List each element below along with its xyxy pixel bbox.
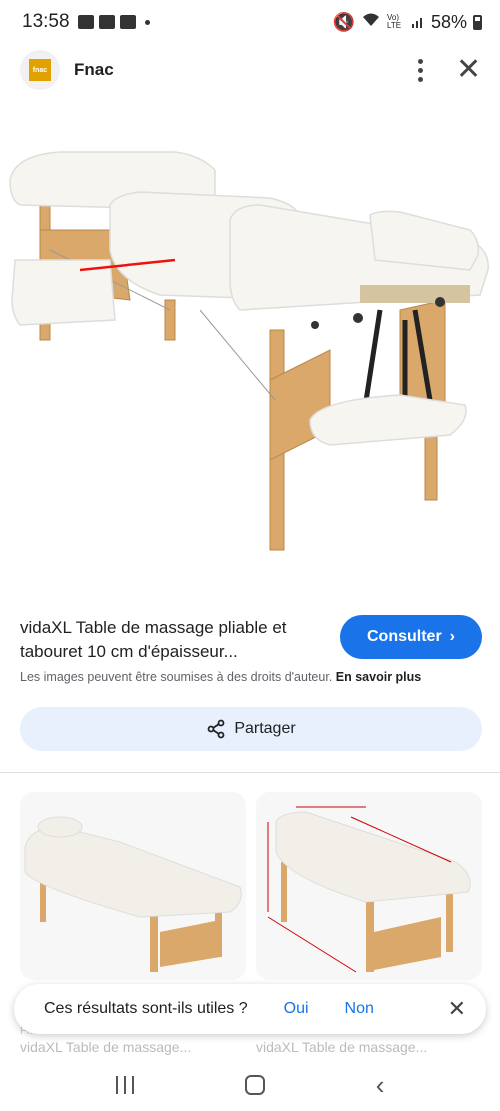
back-icon[interactable]: ‹ <box>376 1072 385 1098</box>
more-notifications-icon <box>144 19 150 25</box>
notification-icons <box>77 15 150 29</box>
fnac-logo: fnac <box>29 59 51 81</box>
feedback-yes-button[interactable]: Oui <box>284 1000 309 1018</box>
wifi-icon <box>361 12 381 33</box>
signal-icon <box>411 12 425 33</box>
learn-more-link[interactable]: En savoir plus <box>336 670 421 684</box>
consult-label: Consulter <box>367 628 442 645</box>
copyright-text: Les images peuvent être soumises à des d… <box>20 670 333 684</box>
share-button[interactable]: Partager <box>20 707 482 751</box>
feedback-no-button[interactable]: Non <box>345 1000 374 1018</box>
close-feedback-icon[interactable]: ✕ <box>448 996 466 1022</box>
gallery-icon <box>77 15 94 29</box>
site-favicon[interactable]: fnac <box>20 50 60 90</box>
share-icon <box>207 719 225 739</box>
feedback-prompt: Ces résultats sont-ils utiles ? Oui Non … <box>14 984 486 1034</box>
home-icon[interactable] <box>244 1074 265 1095</box>
share-label: Partager <box>234 720 296 737</box>
battery-percent: 58% <box>430 11 467 32</box>
section-divider <box>0 772 500 773</box>
related-title-1: vidaXL Table de massage... <box>20 1039 192 1055</box>
network-label: Vo) LTE <box>386 13 402 30</box>
mute-icon: 🔇 <box>332 11 355 32</box>
system-nav-bar: ‹ <box>0 1058 500 1111</box>
site-name[interactable]: Fnac <box>74 60 114 80</box>
more-options-icon[interactable] <box>410 58 430 82</box>
copyright-notice: Les images peuvent être soumises à des d… <box>20 670 490 684</box>
related-image-1[interactable] <box>20 792 246 980</box>
close-icon[interactable]: ✕ <box>456 55 481 85</box>
main-product-image[interactable] <box>0 110 500 580</box>
related-image-1-thumbnail <box>20 792 246 980</box>
header-actions: ✕ <box>410 55 481 85</box>
consult-button[interactable]: Consulter › <box>340 615 482 659</box>
chevron-right-icon: › <box>449 628 455 645</box>
related-title-2: vidaXL Table de massage... <box>256 1039 428 1055</box>
battery-icon <box>473 14 482 30</box>
status-time: 13:58 <box>22 11 70 32</box>
camera-icon <box>98 15 115 29</box>
related-image-2-thumbnail <box>256 792 482 980</box>
viewer-header: fnac Fnac ✕ <box>0 44 500 96</box>
folder-icon <box>119 15 136 29</box>
recents-icon[interactable] <box>115 1075 134 1094</box>
result-title[interactable]: vidaXL Table de massage pliable et tabou… <box>20 616 320 664</box>
feedback-question: Ces résultats sont-ils utiles ? <box>44 1000 248 1017</box>
status-bar: 13:58 🔇 Vo) LTE 58% <box>0 0 500 44</box>
status-right: 🔇 Vo) LTE 58% <box>333 12 482 33</box>
related-image-2[interactable] <box>256 792 482 980</box>
